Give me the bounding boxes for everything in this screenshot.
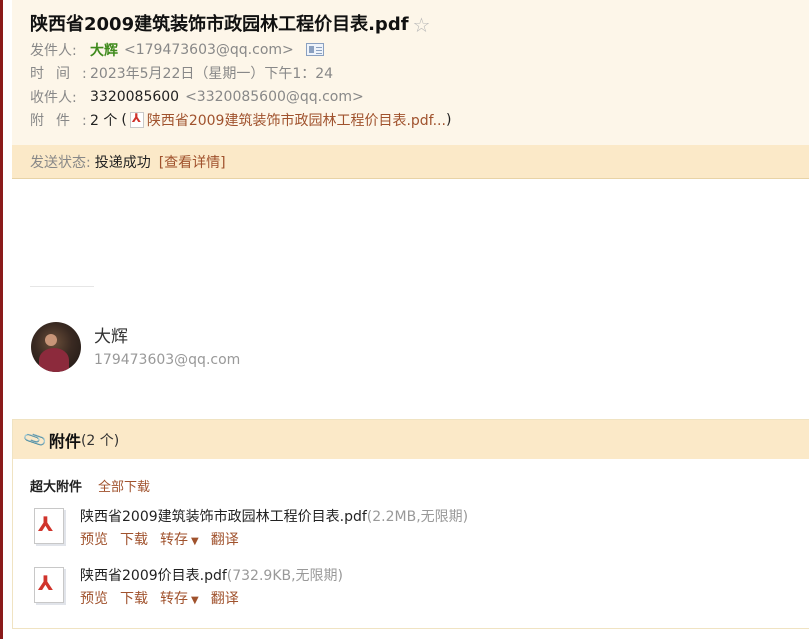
translate-link[interactable]: 翻译 — [211, 588, 239, 608]
pdf-icon[interactable]: ⅄ — [32, 506, 68, 546]
recipient-name[interactable]: 3320085600 — [90, 89, 179, 105]
pdf-icon[interactable]: ⅄ — [32, 565, 68, 605]
attachment-name[interactable]: 陕西省2009价目表.pdf — [80, 568, 227, 584]
attachment-item: ⅄ 陕西省2009建筑装饰市政园林工程价目表.pdf(2.2MB,无限期) 预览… — [32, 506, 468, 549]
attachments-panel: 📎 附件 (2 个) 超大附件 全部下载 ⅄ 陕西省2009建筑装饰市政园林工程… — [12, 419, 809, 629]
subject-text: 陕西省2009建筑装饰市政园林工程价目表.pdf — [30, 14, 409, 35]
signature-email: 179473603@qq.com — [94, 352, 241, 368]
forward-label: 转存 — [160, 591, 188, 607]
from-row: 发件人: 大辉 <179473603@qq.com> — [30, 38, 809, 62]
delivery-status-bar: 发送状态: 投递成功 [查看详情] — [12, 145, 809, 179]
paperclip-icon: 📎 — [21, 426, 49, 453]
attachment-item: ⅄ 陕西省2009价目表.pdf(732.9KB,无限期) 预览 下载 转存 ▼ … — [32, 565, 343, 608]
attach-label: 附件: — [30, 113, 99, 130]
recipient-address: <3320085600@qq.com> — [185, 88, 364, 105]
download-link[interactable]: 下载 — [120, 588, 148, 608]
attachment-actions: 预览 下载 转存 ▼ 翻译 — [80, 588, 343, 608]
time-label: 时间: — [30, 66, 99, 83]
to-label: 收件人: — [30, 89, 77, 106]
avatar[interactable] — [31, 322, 81, 372]
attachments-subheader: 超大附件 全部下载 — [30, 476, 150, 495]
caret-down-icon: ▼ — [191, 536, 199, 547]
status-label: 发送状态: — [30, 154, 91, 171]
signature-divider — [30, 286, 94, 287]
attachment-meta: (732.9KB,无限期) — [226, 568, 344, 584]
attachments-title: 附件 — [48, 431, 81, 451]
sender-name[interactable]: 大辉 — [90, 40, 118, 60]
attachment-actions: 预览 下载 转存 ▼ 翻译 — [80, 529, 468, 549]
left-edge-bar — [0, 0, 3, 639]
attach-count: 2 个 — [90, 113, 118, 130]
preview-link[interactable]: 预览 — [80, 529, 108, 549]
preview-link[interactable]: 预览 — [80, 588, 108, 608]
attachment-name-row: 陕西省2009建筑装饰市政园林工程价目表.pdf(2.2MB,无限期) — [80, 506, 468, 526]
attachment-name-row: 陕西省2009价目表.pdf(732.9KB,无限期) — [80, 565, 343, 585]
attach-paren-open: ( — [121, 112, 127, 129]
attachment-meta: (2.2MB,无限期) — [366, 509, 469, 525]
attachment-name[interactable]: 陕西省2009建筑装饰市政园林工程价目表.pdf — [80, 509, 367, 525]
big-attachment-label: 超大附件 — [30, 480, 83, 495]
status-detail-link[interactable]: [查看详情] — [159, 152, 226, 172]
download-link[interactable]: 下载 — [120, 529, 148, 549]
mail-subject: 陕西省2009建筑装饰市政园林工程价目表.pdf ☆ — [30, 12, 809, 38]
contact-card-icon[interactable] — [305, 43, 324, 57]
download-all-link[interactable]: 全部下载 — [98, 476, 150, 495]
attach-first-link[interactable]: 陕西省2009建筑装饰市政园林工程价目表.pdf... — [147, 110, 446, 130]
status-value: 投递成功 — [94, 154, 151, 171]
signature-name: 大辉 — [94, 327, 128, 347]
attachments-count: (2 个) — [80, 432, 120, 449]
forward-dropdown[interactable]: 转存 ▼ — [160, 588, 199, 608]
attachments-header: 📎 附件 (2 个) — [13, 420, 809, 459]
caret-down-icon: ▼ — [191, 595, 199, 606]
mail-header: 陕西省2009建筑装饰市政园林工程价目表.pdf ☆ 发件人: 大辉 <1794… — [12, 0, 809, 145]
sender-address: <179473603@qq.com> — [124, 41, 294, 58]
forward-dropdown[interactable]: 转存 ▼ — [160, 529, 199, 549]
attach-row: 附件: 2 个 ( 陕西省2009建筑装饰市政园林工程价目表.pdf... ) — [30, 109, 809, 133]
pdf-icon — [129, 111, 144, 129]
time-row: 时间: 2023年5月22日（星期一）下午1：24 — [30, 62, 809, 86]
forward-label: 转存 — [160, 532, 188, 548]
translate-link[interactable]: 翻译 — [211, 529, 239, 549]
from-label: 发件人: — [30, 42, 77, 59]
to-row: 收件人: 3320085600 <3320085600@qq.com> — [30, 85, 809, 109]
attach-paren-close: ) — [445, 112, 452, 129]
time-value: 2023年5月22日（星期一）下午1：24 — [90, 66, 334, 83]
star-icon[interactable]: ☆ — [413, 12, 431, 38]
